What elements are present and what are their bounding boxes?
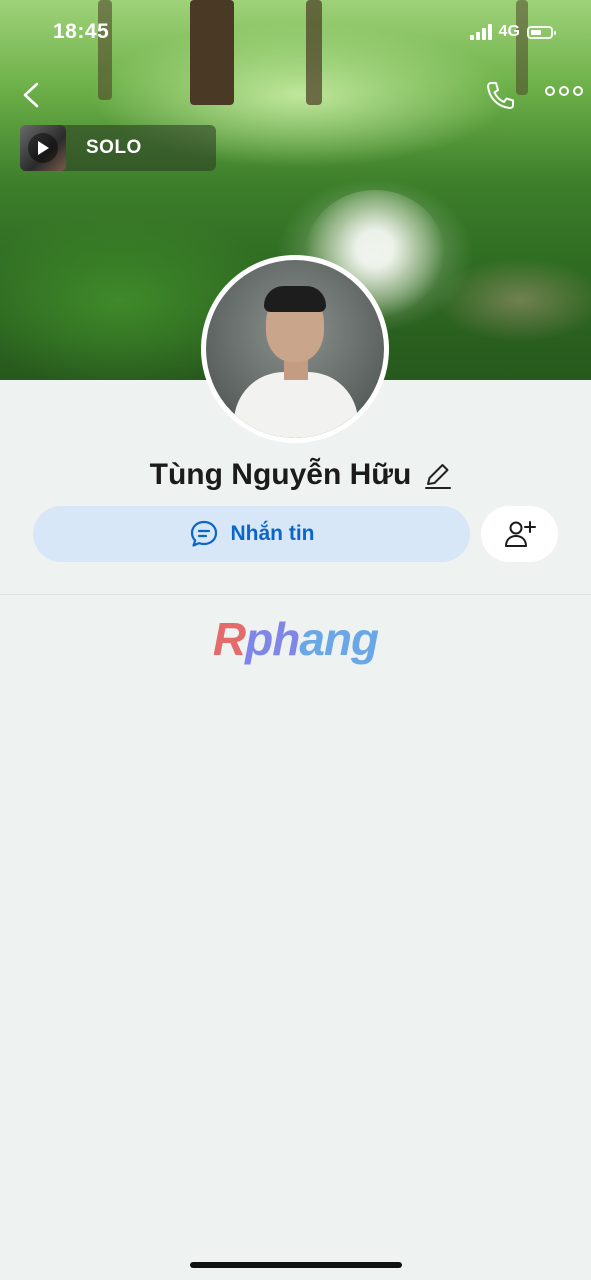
- cover-tree-trunk: [516, 0, 528, 95]
- signal-icon: [469, 24, 492, 40]
- play-button[interactable]: [28, 133, 58, 163]
- add-friend-button[interactable]: [481, 506, 558, 562]
- message-button-label: Nhắn tin: [230, 522, 315, 545]
- network-type: 4G: [498, 23, 520, 40]
- message-button[interactable]: Nhắn tin: [33, 506, 470, 562]
- phone-icon: [487, 82, 514, 109]
- pencil-icon[interactable]: [423, 460, 453, 490]
- avatar-photo: [206, 260, 384, 438]
- cover-tree-trunk: [98, 0, 112, 100]
- call-button[interactable]: [484, 80, 516, 110]
- section-divider: [0, 594, 591, 595]
- chevron-left-icon: [23, 82, 39, 108]
- chat-bubble-icon: [190, 520, 217, 547]
- music-title: SOLO: [86, 137, 142, 158]
- profile-avatar[interactable]: [201, 255, 389, 443]
- profile-music-chip[interactable]: SOLO: [20, 125, 216, 171]
- profile-name: Tùng Nguyễn Hữu: [149, 458, 412, 491]
- status-time: 18:45: [53, 20, 110, 43]
- music-thumbnail: [20, 125, 66, 171]
- add-user-icon: [504, 521, 536, 547]
- more-button[interactable]: [545, 86, 583, 96]
- watermark-logo: Rphang: [212, 613, 379, 665]
- back-button[interactable]: [18, 80, 46, 110]
- status-indicators: 4G: [469, 23, 556, 41]
- profile-name-row: Tùng Nguyễn Hữu: [0, 458, 591, 492]
- more-horizontal-icon: [545, 86, 555, 96]
- play-icon: [38, 141, 49, 155]
- battery-icon: [527, 25, 556, 39]
- home-indicator[interactable]: [190, 1262, 402, 1268]
- cover-tree-trunk: [190, 0, 234, 105]
- cover-tree-trunk: [306, 0, 322, 105]
